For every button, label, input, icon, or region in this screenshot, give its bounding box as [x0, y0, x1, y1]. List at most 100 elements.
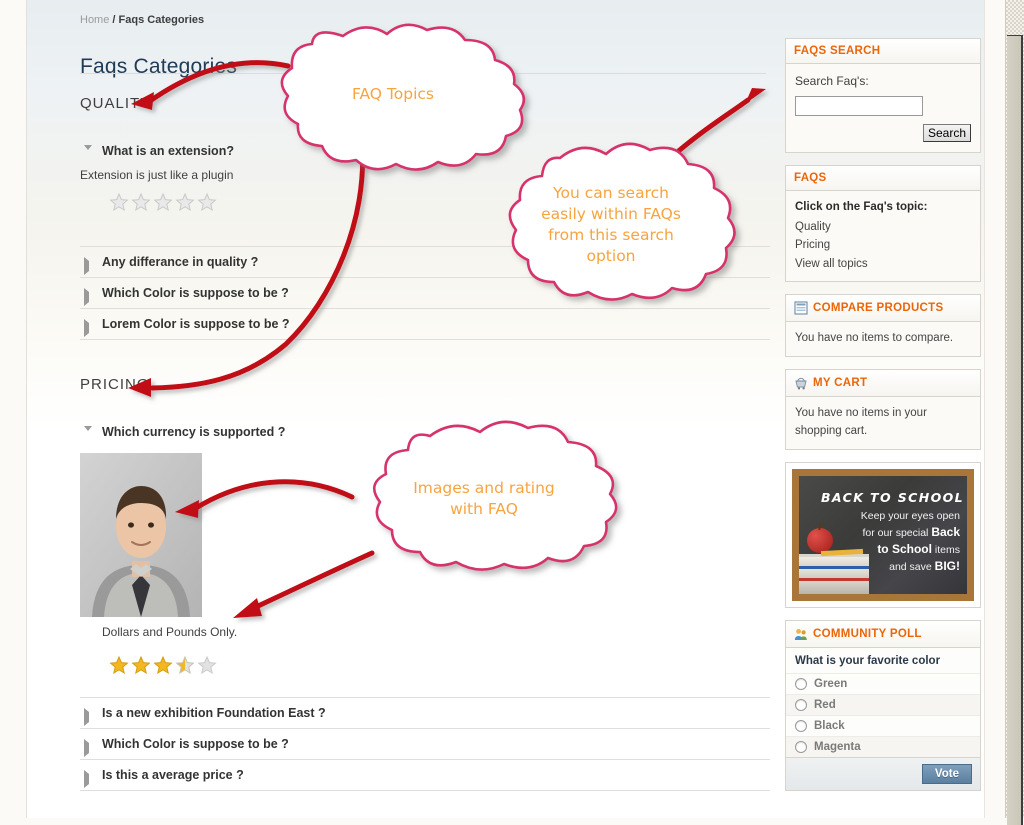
star-icon[interactable] [130, 192, 152, 212]
category-heading-pricing: PRICING [80, 376, 150, 393]
block-content: Click on the Faq's topic: Quality Pricin… [786, 191, 980, 281]
block-title: FAQS SEARCH [786, 39, 980, 64]
poll-option-green[interactable]: Green [786, 672, 980, 694]
faq-question-toggle[interactable]: Lorem Color is suppose to be ? [80, 309, 770, 339]
block-title: MY CART [786, 370, 980, 398]
faq-question-label: Any differance in quality ? [102, 255, 259, 269]
block-content: You have no items in your shopping cart. [786, 397, 980, 449]
page-root: Home / Faqs Categories Faqs Categories Q… [0, 0, 1024, 825]
title-divider [80, 73, 766, 74]
block-faqs-search: FAQS SEARCH Search Faq's: Search [785, 38, 981, 154]
star-rating[interactable] [108, 192, 770, 212]
star-rating[interactable] [108, 655, 770, 675]
poll-option-label: Black [814, 719, 845, 732]
radio-icon[interactable] [795, 740, 807, 753]
breadcrumb-separator: / [112, 14, 116, 26]
breadcrumb-home[interactable]: Home [80, 14, 109, 26]
faq-question-toggle[interactable]: Which Color is suppose to be ? [80, 278, 770, 308]
banner-headline: BACK TO SCHOOL [821, 489, 964, 505]
search-input[interactable] [795, 95, 923, 116]
block-compare-products: COMPARE PRODUCTS You have no items to co… [785, 294, 981, 358]
faq-question-toggle[interactable]: Which currency is supported ? [80, 417, 770, 447]
poll-content: What is your favorite color Green Red Bl… [786, 647, 980, 757]
search-field-label: Search Faq's: [795, 74, 869, 88]
cart-title: MY CART [813, 377, 868, 390]
block-title: FAQS [786, 166, 980, 192]
block-my-cart: MY CART You have no items in your shoppi… [785, 369, 981, 450]
compare-list-icon [794, 301, 808, 315]
star-icon[interactable] [196, 655, 218, 675]
faq-question-toggle[interactable]: What is an extension? [80, 136, 770, 166]
back-to-school-banner[interactable]: BACK TO SCHOOL Keep your eyes open for o… [792, 468, 974, 601]
poll-option-red[interactable]: Red [786, 693, 980, 715]
faq-divider [80, 339, 770, 340]
banner-line-1: Keep your eyes open [860, 509, 960, 522]
radio-icon[interactable] [795, 698, 807, 711]
banner-line-3: items [931, 543, 960, 556]
faq-question-label: Which Color is suppose to be ? [102, 286, 289, 300]
star-icon-half[interactable] [174, 655, 196, 675]
shopping-cart-icon [794, 376, 808, 390]
banner-line-4-bold: BIG! [934, 558, 960, 573]
poll-option-magenta[interactable]: Magenta [786, 735, 980, 757]
poll-option-black[interactable]: Black [786, 714, 980, 736]
sidebar: FAQS SEARCH Search Faq's: Search FAQS Cl… [785, 38, 981, 803]
poll-option-label: Magenta [814, 740, 861, 753]
faq-photo [80, 453, 202, 617]
radio-icon[interactable] [795, 677, 807, 690]
poll-title: COMMUNITY POLL [813, 627, 922, 640]
star-icon[interactable] [108, 192, 130, 212]
block-community-poll: COMMUNITY POLL What is your favorite col… [785, 619, 981, 791]
compare-title: COMPARE PRODUCTS [813, 302, 944, 315]
faqs-title: FAQS [794, 172, 827, 185]
star-icon[interactable] [152, 655, 174, 675]
star-icon[interactable] [108, 655, 130, 675]
poll-option-label: Red [814, 698, 836, 711]
faqs-lead: Click on the Faq's topic: [795, 201, 928, 214]
star-icon[interactable] [152, 192, 174, 212]
star-icon[interactable] [174, 192, 196, 212]
poll-question: What is your favorite color [795, 654, 941, 667]
faq-item: What is an extension? Extension is just … [80, 136, 770, 246]
block-faqs: FAQS Click on the Faq's topic: Quality P… [785, 165, 981, 283]
faqs-topic-link[interactable]: Pricing [795, 236, 971, 254]
search-button[interactable]: Search [922, 124, 971, 143]
block-title: COMMUNITY POLL [786, 620, 980, 648]
page-canvas: Home / Faqs Categories Faqs Categories Q… [26, 0, 985, 818]
faq-answer: Dollars and Pounds Only. [102, 625, 238, 639]
banner-line-3-bold: to School [877, 541, 932, 556]
faq-question-toggle[interactable]: Any differance in quality ? [80, 247, 770, 277]
block-content: Search Faq's: Search [786, 64, 980, 152]
page-right-margin [985, 0, 1005, 818]
radio-icon[interactable] [795, 719, 807, 732]
faq-item: Which currency is supported ? Dollars an… [80, 417, 770, 697]
promo-banner[interactable]: BACK TO SCHOOL Keep your eyes open for o… [785, 461, 981, 608]
faqs-topic-link[interactable]: Quality [795, 218, 971, 236]
faq-question-label: Lorem Color is suppose to be ? [102, 317, 290, 331]
star-icon[interactable] [196, 192, 218, 212]
faq-question-label: Is this a average price ? [102, 768, 244, 782]
banner-line-4: and save [889, 560, 935, 573]
faq-question-toggle[interactable]: Is this a average price ? [80, 760, 770, 790]
vertical-scrollbar[interactable] [1005, 0, 1024, 825]
breadcrumb: Home / Faqs Categories [80, 14, 204, 26]
cart-empty-text: You have no items in your shopping cart. [795, 407, 927, 437]
faq-question-label: Which currency is supported ? [102, 425, 286, 439]
faq-question-label: Which Color is suppose to be ? [102, 737, 289, 751]
scrollbar-thumb[interactable] [1007, 35, 1023, 825]
poll-option-label: Green [814, 677, 848, 690]
category-heading-quality: QUALITY [80, 95, 152, 112]
faq-question-toggle[interactable]: Which Color is suppose to be ? [80, 729, 770, 759]
page-title: Faqs Categories [80, 55, 238, 79]
poll-footer: Vote [786, 756, 980, 790]
banner-line-2: for our special [862, 526, 932, 539]
faqs-view-all-link[interactable]: View all topics [795, 255, 971, 273]
banner-line-2-bold: Back [931, 524, 960, 539]
faq-question-toggle[interactable]: Is a new exhibition Foundation East ? [80, 698, 770, 728]
breadcrumb-current: Faqs Categories [118, 14, 205, 26]
compare-empty-text: You have no items to compare. [795, 332, 954, 345]
faq-question-label: Is a new exhibition Foundation East ? [102, 706, 326, 720]
star-icon[interactable] [130, 655, 152, 675]
vote-button[interactable]: Vote [921, 763, 972, 784]
faq-question-label: What is an extension? [102, 144, 234, 158]
